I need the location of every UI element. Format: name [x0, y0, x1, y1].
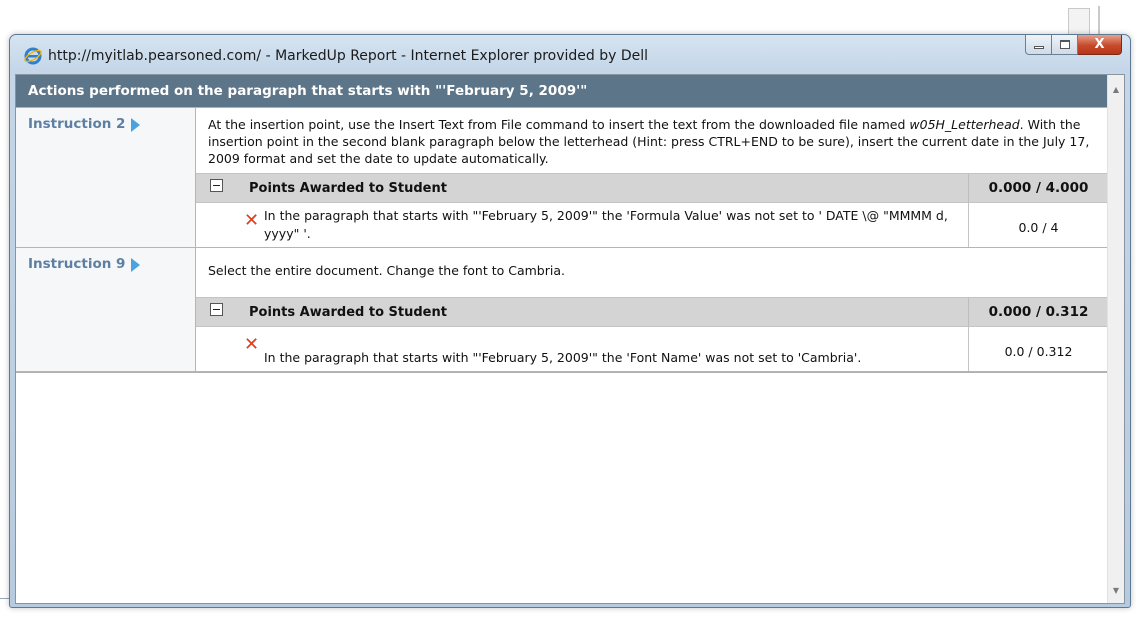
points-header-label-cell: Points Awarded to Student — [196, 298, 968, 326]
window-title: http://myitlab.pearsoned.com/ - MarkedUp… — [48, 48, 649, 64]
marked-up-report: Actions performed on the paragraph that … — [16, 75, 1109, 373]
collapse-toggle-icon[interactable] — [210, 302, 223, 316]
report-header: Actions performed on the paragraph that … — [16, 75, 1108, 108]
instruction-detail: Select the entire document. Change the f… — [196, 248, 1108, 371]
result-row: ✕ In the paragraph that starts with "'Fe… — [196, 203, 1108, 247]
instruction-label-cell[interactable]: Instruction 2 — [16, 108, 196, 247]
points-header-label: Points Awarded to Student — [249, 304, 447, 320]
scroll-down-arrow-icon[interactable]: ▼ — [1108, 582, 1124, 599]
result-score: 0.0 / 4 — [968, 203, 1108, 247]
window-titlebar[interactable]: http://myitlab.pearsoned.com/ - MarkedUp… — [10, 35, 1130, 73]
maximize-button[interactable] — [1052, 35, 1078, 55]
window-controls: X — [1025, 35, 1122, 55]
arrow-right-icon[interactable] — [131, 118, 141, 132]
instruction-filename: w05H_Letterhead — [909, 117, 1020, 132]
points-total: 0.000 / 0.312 — [968, 298, 1108, 326]
points-header-row: Points Awarded to Student 0.000 / 0.312 — [196, 297, 1108, 327]
result-message-cell: ✕ In the paragraph that starts with "'Fe… — [196, 327, 968, 371]
browser-popup-window: http://myitlab.pearsoned.com/ - MarkedUp… — [9, 34, 1131, 608]
instruction-label-cell[interactable]: Instruction 9 — [16, 248, 196, 371]
result-message-cell: ✕ In the paragraph that starts with "'Fe… — [196, 203, 968, 247]
scroll-up-arrow-icon[interactable]: ▲ — [1108, 81, 1124, 98]
instruction-text: Select the entire document. Change the f… — [196, 248, 1108, 297]
page-content: Actions performed on the paragraph that … — [15, 74, 1125, 604]
maximize-icon — [1059, 40, 1070, 49]
background-divider — [1098, 6, 1100, 36]
vertical-scrollbar[interactable]: ▲ ▼ — [1107, 75, 1124, 603]
points-header-label-cell: Points Awarded to Student — [196, 174, 968, 202]
background-window-fragment — [1068, 8, 1090, 34]
internet-explorer-icon — [24, 47, 42, 65]
instruction-text-part: At the insertion point, use the Insert T… — [208, 117, 910, 132]
minimize-button[interactable] — [1025, 35, 1052, 55]
instruction-detail: At the insertion point, use the Insert T… — [196, 108, 1108, 247]
instruction-text-part: Select the entire document. Change the f… — [208, 263, 565, 278]
instruction-block: Instruction 9 Select the entire document… — [16, 248, 1108, 372]
points-header-label: Points Awarded to Student — [249, 180, 447, 196]
fail-x-icon: ✕ — [244, 210, 260, 231]
result-row: ✕ In the paragraph that starts with "'Fe… — [196, 327, 1108, 371]
points-total: 0.000 / 4.000 — [968, 174, 1108, 202]
instruction-label: Instruction 2 — [28, 116, 126, 132]
close-button[interactable]: X — [1078, 35, 1122, 55]
instruction-text: At the insertion point, use the Insert T… — [196, 108, 1108, 173]
result-score: 0.0 / 0.312 — [968, 327, 1108, 371]
minimize-icon — [1033, 46, 1044, 49]
arrow-right-icon[interactable] — [131, 258, 141, 272]
result-message: In the paragraph that starts with "'Febr… — [264, 208, 948, 241]
fail-x-icon: ✕ — [244, 334, 260, 355]
points-header-row: Points Awarded to Student 0.000 / 4.000 — [196, 173, 1108, 203]
result-message: In the paragraph that starts with "'Febr… — [264, 350, 862, 365]
instruction-label: Instruction 9 — [28, 256, 126, 272]
instruction-block: Instruction 2 At the insertion point, us… — [16, 108, 1108, 248]
collapse-toggle-icon[interactable] — [210, 178, 223, 192]
close-icon: X — [1094, 37, 1105, 52]
